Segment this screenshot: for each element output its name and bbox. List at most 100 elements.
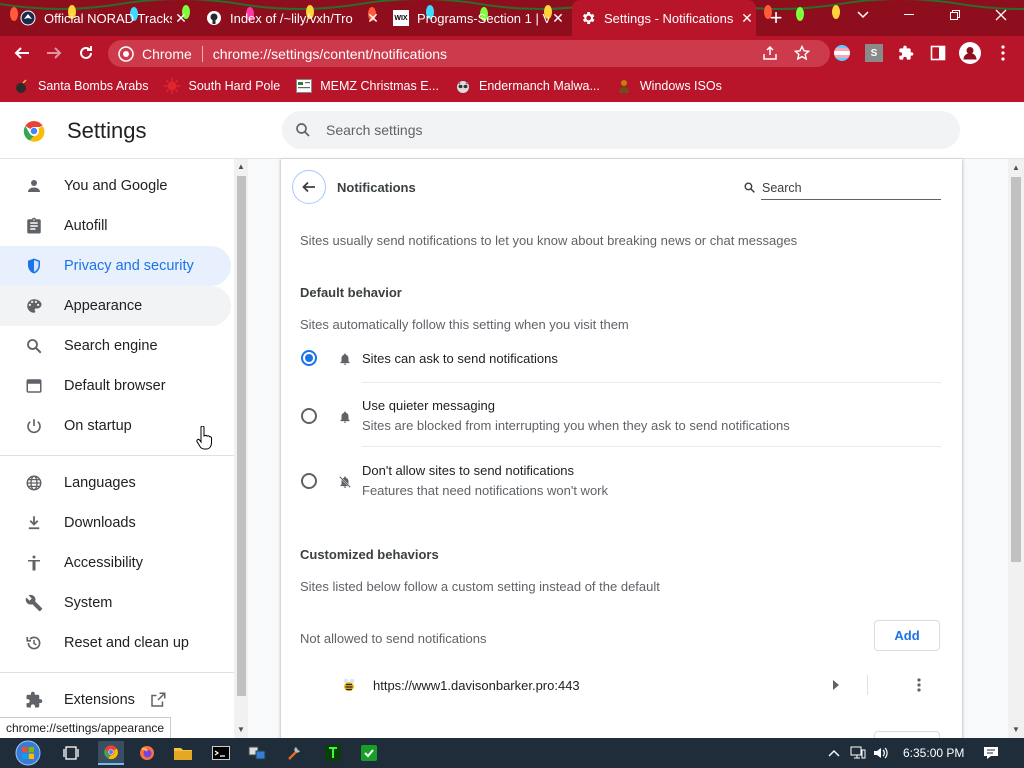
share-icon	[763, 45, 777, 60]
share-button[interactable]	[761, 44, 779, 62]
sidebar-item-default-browser[interactable]: Default browser	[0, 366, 231, 406]
profile-button[interactable]	[959, 42, 981, 64]
sidebar-item-downloads[interactable]: Downloads	[0, 503, 231, 543]
search-icon	[744, 182, 755, 193]
option-divider	[362, 446, 941, 447]
bell-icon	[337, 351, 353, 367]
close-icon[interactable]: ✕	[364, 10, 382, 27]
network-icon[interactable]	[850, 745, 866, 761]
sidebar-item-privacy-and-security[interactable]: Privacy and security	[0, 246, 231, 286]
sidebar-item-label: On startup	[64, 418, 132, 434]
sidebar-item-system[interactable]: System	[0, 583, 231, 623]
bookmark-label: Windows ISOs	[639, 79, 722, 93]
tab-search-button[interactable]	[840, 0, 886, 30]
terminal-icon	[212, 746, 230, 760]
bookmark-south-hard-pole[interactable]: South Hard Pole	[164, 78, 280, 94]
address-bar[interactable]: Chrome chrome://settings/content/notific…	[108, 40, 830, 67]
taskbar-command-prompt[interactable]	[208, 741, 234, 765]
forward-button[interactable]	[41, 40, 67, 66]
bookmark-memz[interactable]: MEMZ Christmas E...	[296, 78, 439, 94]
back-button[interactable]	[9, 40, 35, 66]
tray-overflow-chevron-icon[interactable]	[826, 745, 842, 761]
close-window-button[interactable]	[978, 0, 1024, 30]
back-button[interactable]	[292, 170, 326, 204]
arrow-right-icon[interactable]	[829, 677, 843, 693]
add-allowed-site-button[interactable]	[874, 731, 940, 738]
sidebar-item-languages[interactable]: Languages	[0, 463, 231, 503]
tab-settings-notifications[interactable]: Settings - Notifications ✕	[572, 0, 756, 36]
minimize-button[interactable]	[886, 0, 932, 30]
power-icon	[24, 416, 44, 436]
taskbar-tools-app[interactable]	[282, 741, 308, 765]
scroll-up-arrow-icon[interactable]: ▲	[234, 162, 248, 171]
taskbar-clock[interactable]: 6:35:00 PM	[903, 746, 964, 760]
s-extension-button[interactable]: S	[865, 44, 883, 62]
sidebar-item-accessibility[interactable]: Accessibility	[0, 543, 231, 583]
close-icon[interactable]: ✕	[549, 10, 567, 27]
radio-sites-can-ask[interactable]	[301, 350, 317, 366]
person-icon	[616, 78, 632, 94]
site-search[interactable]	[744, 176, 941, 200]
task-view-button[interactable]	[58, 741, 84, 765]
taskbar-chrome[interactable]	[98, 741, 124, 765]
scroll-down-arrow-icon[interactable]: ▼	[234, 725, 248, 734]
taskbar-file-explorer[interactable]	[170, 741, 196, 765]
volume-icon[interactable]	[873, 745, 889, 761]
extensions-button[interactable]	[897, 44, 915, 62]
bookmarks-bar: Santa Bombs Arabs South Hard Pole MEMZ C…	[0, 70, 1024, 102]
bookmark-star-button[interactable]	[793, 44, 811, 62]
bookmark-santa-bombs[interactable]: Santa Bombs Arabs	[14, 78, 148, 94]
close-icon[interactable]: ✕	[172, 10, 190, 27]
address-url[interactable]: chrome://settings/content/notifications	[213, 46, 447, 62]
bookmark-windows-isos[interactable]: Windows ISOs	[616, 78, 722, 94]
chrome-menu-button[interactable]	[994, 44, 1012, 62]
scroll-up-arrow-icon[interactable]: ▲	[1009, 163, 1023, 172]
taskbar-firefox[interactable]	[134, 741, 160, 765]
action-center-icon[interactable]	[983, 745, 999, 761]
not-allowed-label: Not allowed to send notifications	[300, 631, 487, 646]
sidebar-item-you-and-google[interactable]: You and Google	[0, 166, 231, 206]
chrome-logo-icon	[23, 121, 45, 142]
scroll-down-arrow-icon[interactable]: ▼	[1009, 725, 1023, 734]
bell-icon	[337, 409, 353, 425]
taskbar-green-app[interactable]	[356, 741, 382, 765]
blocked-site-row[interactable]: https://www1.davisonbarker.pro:443	[281, 665, 962, 705]
settings-search[interactable]	[282, 111, 960, 149]
restore-icon	[950, 10, 960, 20]
main-scrollbar-thumb[interactable]	[1011, 177, 1021, 562]
tab-strip: Official NORAD Tracks ✕ Index of /~lily/…	[0, 0, 1024, 36]
radio-use-quieter-messaging[interactable]	[301, 408, 317, 424]
start-button[interactable]	[10, 738, 46, 768]
tab-label: Programs-Section 1 | V	[417, 10, 549, 26]
sidebar-item-autofill[interactable]: Autofill	[0, 206, 231, 246]
more-vert-icon[interactable]	[909, 675, 929, 695]
taskbar-network-app[interactable]	[244, 741, 270, 765]
globe-icon	[24, 473, 44, 493]
tab-label: Official NORAD Tracks	[44, 10, 172, 26]
new-tab-button[interactable]: +	[764, 0, 788, 36]
wrench-icon	[24, 593, 44, 613]
sidebar-item-search-engine[interactable]: Search engine	[0, 326, 231, 366]
restore-button[interactable]	[932, 0, 978, 30]
sidebar-item-appearance[interactable]: Appearance	[0, 286, 231, 326]
add-blocked-site-button[interactable]: Add	[874, 620, 940, 651]
radio-dont-allow[interactable]	[301, 473, 317, 489]
site-search-input[interactable]	[762, 180, 912, 195]
bookmark-endermanch[interactable]: Endermanch Malwa...	[455, 78, 600, 94]
firefox-icon	[140, 746, 154, 760]
puzzle-icon	[24, 690, 44, 710]
reload-button[interactable]	[73, 40, 99, 66]
pride-extension-button[interactable]	[833, 44, 851, 62]
sidebar-scrollbar-thumb[interactable]	[237, 176, 246, 696]
tab-norad[interactable]: Official NORAD Tracks ✕	[20, 0, 190, 36]
page-title: Settings	[67, 118, 147, 143]
sidebar-item-extensions[interactable]: Extensions	[0, 680, 231, 720]
side-panel-button[interactable]	[929, 44, 947, 62]
sidebar-item-reset-and-clean-up[interactable]: Reset and clean up	[0, 623, 231, 663]
close-icon[interactable]: ✕	[738, 10, 756, 27]
tab-index-of[interactable]: Index of /~lily/vxh/Tro ✕	[206, 0, 382, 36]
sidebar-item-label: Accessibility	[64, 555, 143, 571]
taskbar-terminal-app[interactable]	[320, 741, 346, 765]
settings-search-input[interactable]	[326, 122, 926, 138]
tab-programs[interactable]: WIX Programs-Section 1 | V ✕	[393, 0, 567, 36]
